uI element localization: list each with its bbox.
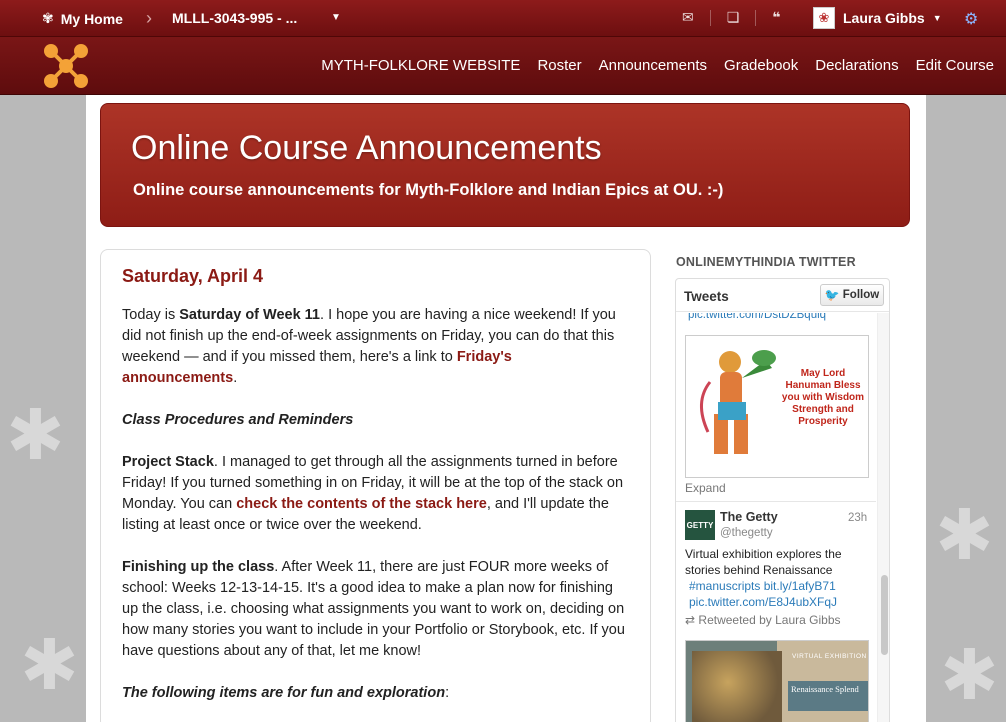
- announcement-post: Saturday, April 4 Today is Saturday of W…: [100, 249, 651, 722]
- course-nav-bar: MYTH-FOLKLORE WEBSITE Roster Announcemen…: [0, 37, 1006, 95]
- nav-announcements[interactable]: Announcements: [599, 57, 707, 74]
- chat-icon[interactable]: ❝: [772, 9, 780, 26]
- user-menu[interactable]: ❀ Laura Gibbs ▼: [813, 7, 942, 29]
- tweet-pic-link[interactable]: pic.twitter.com/DstDZBquiq: [688, 313, 826, 321]
- page-subtitle: Online course announcements for Myth-Fol…: [133, 181, 724, 199]
- exhibit-title: Renaissance Splend: [788, 681, 868, 711]
- stack-contents-link[interactable]: check the contents of the stack here: [236, 496, 487, 512]
- divider: [755, 9, 757, 26]
- scrollbar-thumb[interactable]: [881, 575, 888, 655]
- text-bold: Finishing up the class: [122, 559, 275, 575]
- tweet-image-caption: May Lord Hanuman Bless you with Wisdom S…: [781, 368, 865, 427]
- my-home-label: My Home: [60, 10, 123, 27]
- nav-website[interactable]: MYTH-FOLKLORE WEBSITE: [321, 57, 520, 74]
- caret-down-icon: ▼: [932, 13, 942, 23]
- timeline-scrollbar[interactable]: [877, 313, 889, 722]
- retweet-info: ⇄ Retweeted by Laura Gibbs: [685, 613, 841, 627]
- retweet-icon: ⇄: [685, 613, 696, 627]
- caret-down-icon[interactable]: ▼: [331, 12, 341, 23]
- tweet-timeline[interactable]: pic.twitter.com/DstDZBquiq May Lord Hanu…: [676, 313, 876, 722]
- my-home-link[interactable]: ✾ My Home: [42, 10, 123, 27]
- post-paragraph: Project Stack. I managed to get through …: [122, 452, 630, 536]
- hanuman-illustration-icon: [700, 350, 776, 454]
- leaf-decoration: ✱: [6, 396, 65, 474]
- leaf-decoration: ✱: [940, 636, 999, 714]
- tweet-author-handle[interactable]: @thegetty: [720, 527, 773, 539]
- tweet-pic-link[interactable]: pic.twitter.com/E8J4ubXFqJ: [689, 595, 837, 609]
- home-flower-icon: ✾: [42, 10, 54, 26]
- post-paragraph: The following items are for fun and expl…: [122, 683, 630, 704]
- text: Today is: [122, 307, 180, 323]
- chevron-right-icon: ›: [146, 8, 152, 28]
- avatar: ❀: [813, 7, 835, 29]
- nav-gradebook[interactable]: Gradebook: [724, 57, 798, 74]
- getty-logo[interactable]: GETTY: [685, 510, 715, 540]
- twitter-bird-icon: 🐦: [824, 288, 840, 302]
- tweet-text-body: Virtual exhibition explores the stories …: [685, 547, 842, 577]
- text: .: [233, 370, 238, 386]
- page-title: Online Course Announcements: [131, 129, 602, 167]
- follow-button[interactable]: 🐦 Follow: [820, 284, 884, 306]
- retweet-label: Retweeted by Laura Gibbs: [698, 613, 841, 627]
- mail-icon[interactable]: ✉: [682, 9, 694, 26]
- course-selector[interactable]: MLLL-3043-995 - ...: [172, 10, 297, 26]
- flower-logo-icon[interactable]: [40, 41, 92, 91]
- nav-declarations[interactable]: Declarations: [815, 57, 898, 74]
- top-bar: ✾ My Home › MLLL-3043-995 - ... ▼ ✉ ❏ ❝ …: [0, 0, 1006, 37]
- tweet-time[interactable]: 23h: [848, 512, 867, 524]
- notes-icon[interactable]: ❏: [727, 9, 740, 26]
- leaf-decoration: ✱: [20, 626, 79, 704]
- section-heading: Class Procedures and Reminders: [122, 410, 630, 431]
- divider: [709, 9, 711, 26]
- course-nav: MYTH-FOLKLORE WEBSITE Roster Announcemen…: [321, 57, 994, 74]
- expand-link[interactable]: Expand: [685, 481, 726, 495]
- post-date: Saturday, April 4: [122, 266, 264, 286]
- gear-icon[interactable]: ⚙: [964, 9, 978, 29]
- section-heading-text: Class Procedures and Reminders: [122, 412, 354, 428]
- twitter-header: Tweets 🐦 Follow: [676, 279, 889, 312]
- nav-roster[interactable]: Roster: [537, 57, 581, 74]
- tweet-text: Virtual exhibition explores the stories …: [685, 546, 875, 610]
- tweet-hashtag-link[interactable]: #manuscripts bit.ly/1afyB71: [689, 579, 836, 593]
- post-paragraph: Today is Saturday of Week 11. I hope you…: [122, 305, 630, 389]
- user-name: Laura Gibbs: [843, 10, 925, 26]
- tweet-image[interactable]: May Lord Hanuman Bless you with Wisdom S…: [685, 335, 869, 478]
- nav-edit-course[interactable]: Edit Course: [916, 57, 994, 74]
- follow-label: Follow: [842, 289, 880, 301]
- page-banner: Online Course Announcements Online cours…: [100, 103, 910, 227]
- post-paragraph: Finishing up the class. After Week 11, t…: [122, 557, 630, 662]
- exhibit-tag: VIRTUAL EXHIBITION: [792, 653, 867, 660]
- leaf-decoration: ✱: [935, 496, 994, 574]
- text-bold: Saturday of Week 11: [179, 307, 321, 323]
- tweets-label: Tweets: [684, 289, 729, 304]
- tweet-image[interactable]: VIRTUAL EXHIBITION Renaissance Splend: [685, 640, 869, 722]
- text: :: [445, 685, 450, 701]
- divider: [676, 501, 876, 502]
- sidebar-title: ONLINEMYTHINDIA TWITTER: [676, 255, 856, 269]
- tweet-author-name[interactable]: The Getty: [720, 510, 778, 524]
- painting-image: [692, 651, 782, 722]
- toolbar-icons: ✉ ❏ ❝: [682, 9, 781, 26]
- twitter-widget: Tweets 🐦 Follow pic.twitter.com/DstDZBqu…: [675, 278, 890, 722]
- text-bold: Project Stack: [122, 454, 214, 470]
- text-bold-italic: The following items are for fun and expl…: [122, 685, 446, 701]
